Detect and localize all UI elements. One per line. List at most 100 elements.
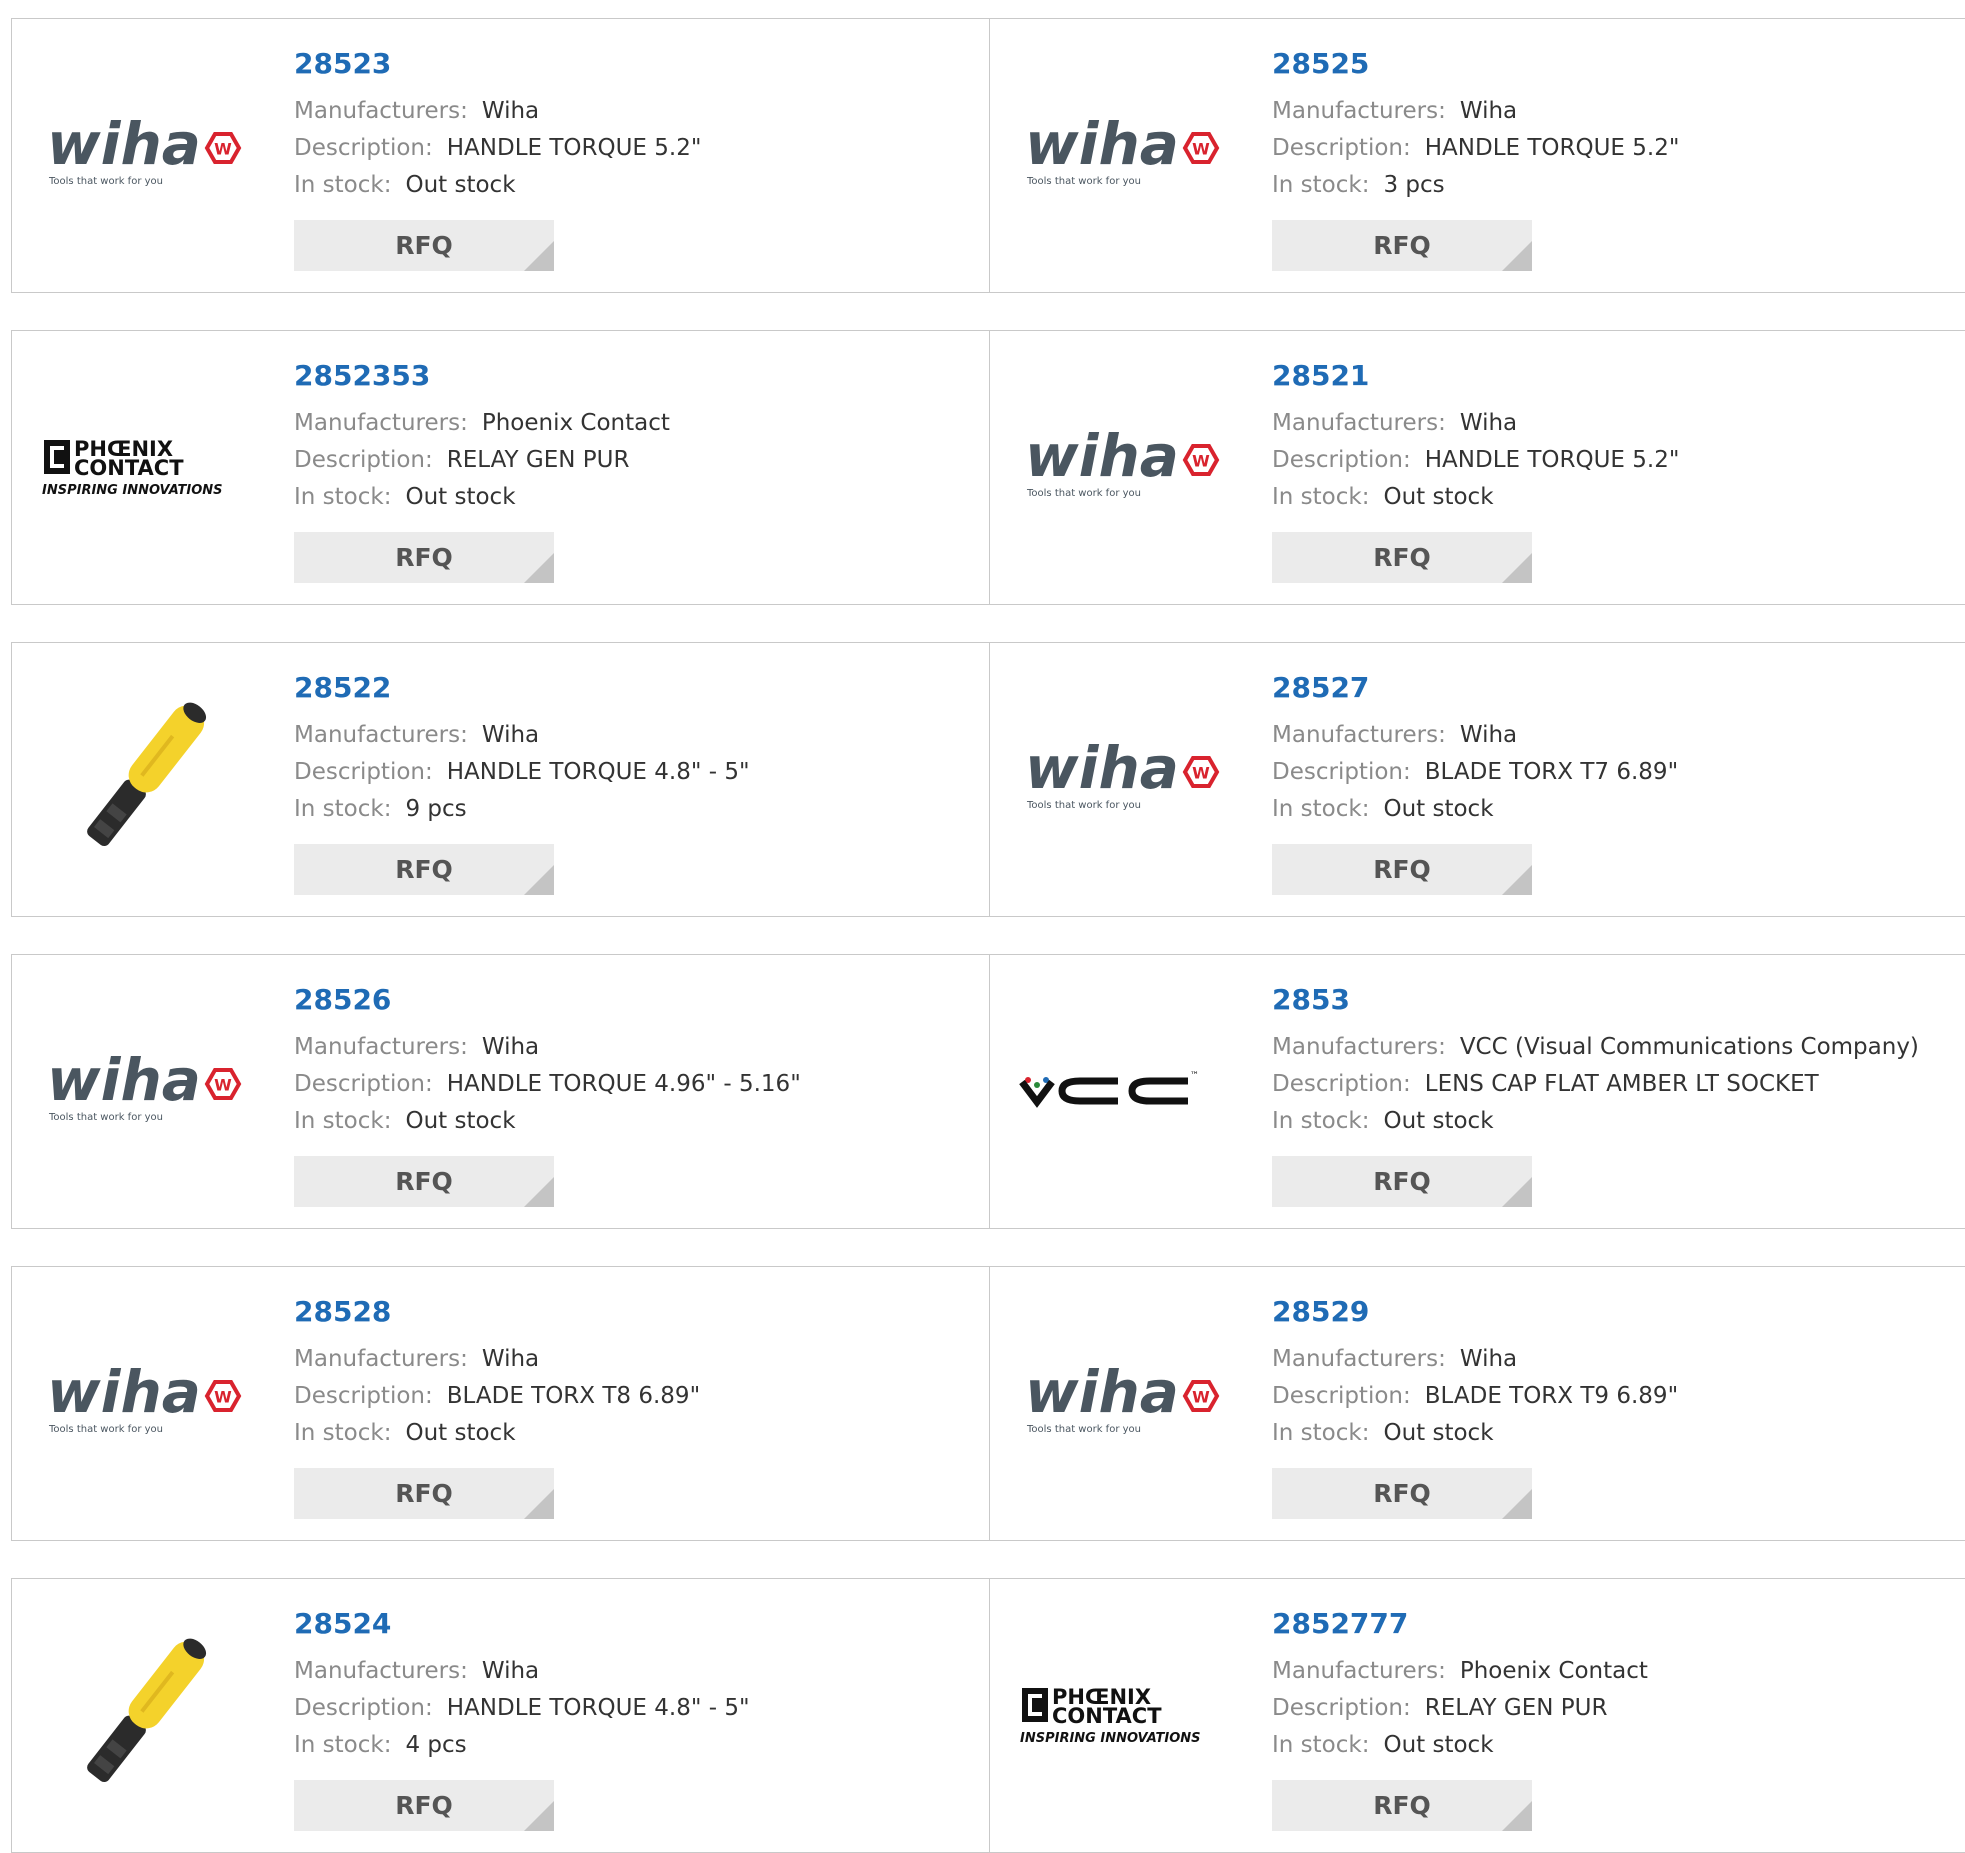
product-image[interactable] [40,1624,250,1804]
manufacturer-label: Manufacturers: [294,410,468,436]
svg-text:W: W [214,1076,232,1095]
product-image[interactable]: VCC ™ [1018,1000,1228,1180]
wiha-badge-icon: W [204,1068,242,1100]
description-row: Description: HANDLE TORQUE 5.2" [294,130,701,167]
wiha-logo: wiha W Tools that work for you [47,1358,242,1435]
svg-text:™: ™ [1190,1071,1199,1081]
stock-row: In stock: Out stock [1272,479,1679,516]
product-card: PHŒNIX CONTACT INSPIRING INNOVATIONS 285… [11,330,990,605]
part-number-link[interactable]: 2852777 [1272,1607,1648,1653]
description-row: Description: HANDLE TORQUE 4.96" - 5.16" [294,1066,801,1103]
svg-text:CONTACT: CONTACT [1052,1704,1162,1728]
description-value: RELAY GEN PUR [1424,1695,1608,1721]
product-grid: wiha W Tools that work for you 28523 Man… [11,18,1965,1853]
description-value: BLADE TORX T9 6.89" [1424,1383,1679,1409]
rfq-button[interactable]: RFQ [1272,1468,1532,1519]
manufacturer-row: Manufacturers: Wiha [1272,405,1679,442]
svg-text:W: W [1192,1388,1210,1407]
rfq-button[interactable]: RFQ [1272,220,1532,271]
wiha-logo: wiha W Tools that work for you [47,110,242,187]
description-label: Description: [294,759,433,785]
product-card: wiha W Tools that work for you 28521 Man… [990,330,1965,605]
stock-label: In stock: [294,1108,392,1134]
part-number-link[interactable]: 2853 [1272,983,1919,1029]
rfq-button[interactable]: RFQ [1272,1156,1532,1207]
manufacturer-value: Wiha [481,98,540,124]
description-row: Description: BLADE TORX T7 6.89" [1272,754,1678,791]
rfq-corner-decoration [524,1177,554,1207]
phoenix-contact-logo: PHŒNIX CONTACT INSPIRING INNOVATIONS [42,437,223,498]
product-image[interactable]: PHŒNIX CONTACT INSPIRING INNOVATIONS [1018,1624,1228,1804]
rfq-button[interactable]: RFQ [1272,1780,1532,1831]
rfq-button[interactable]: RFQ [294,1156,554,1207]
rfq-button[interactable]: RFQ [294,532,554,583]
product-image[interactable]: wiha W Tools that work for you [1018,64,1228,244]
svg-text:wiha: wiha [47,1046,201,1114]
description-value: HANDLE TORQUE 4.8" - 5" [446,1695,750,1721]
part-number-link[interactable]: 28526 [294,983,801,1029]
rfq-corner-decoration [524,241,554,271]
part-number-link[interactable]: 28525 [1272,47,1679,93]
part-number-link[interactable]: 28524 [294,1607,750,1653]
rfq-button[interactable]: RFQ [294,1780,554,1831]
part-number-link[interactable]: 28522 [294,671,750,717]
svg-text:wiha: wiha [1025,422,1179,490]
part-number-link[interactable]: 28527 [1272,671,1678,717]
description-label: Description: [1272,135,1411,161]
product-info: 2852777 Manufacturers: Phoenix Contact De… [1272,1607,1648,1764]
product-info: 28527 Manufacturers: Wiha Description: BLA… [1272,671,1678,828]
product-image[interactable]: wiha W Tools that work for you [1018,688,1228,868]
stock-label: In stock: [294,172,392,198]
product-image[interactable]: wiha W Tools that work for you [40,1312,250,1492]
rfq-label: RFQ [1373,1479,1431,1508]
rfq-button[interactable]: RFQ [294,1468,554,1519]
product-image[interactable]: wiha W Tools that work for you [1018,1312,1228,1492]
svg-text:Tools that work for you: Tools that work for you [1026,800,1141,811]
manufacturer-value: VCC (Visual Communications Company) [1459,1034,1919,1060]
svg-text:W: W [1192,764,1210,783]
description-row: Description: HANDLE TORQUE 4.8" - 5" [294,1690,750,1727]
svg-text:INSPIRING INNOVATIONS: INSPIRING INNOVATIONS [42,483,223,498]
rfq-label: RFQ [395,1167,453,1196]
rfq-button[interactable]: RFQ [1272,532,1532,583]
description-label: Description: [1272,1383,1411,1409]
product-image[interactable]: wiha W Tools that work for you [1018,376,1228,556]
product-info: 28526 Manufacturers: Wiha Description: HAN… [294,983,801,1140]
svg-text:wiha: wiha [1025,110,1179,178]
product-card: 28522 Manufacturers: Wiha Description: HAN… [11,642,990,917]
stock-value: Out stock [405,172,516,198]
manufacturer-label: Manufacturers: [1272,98,1446,124]
description-value: BLADE TORX T7 6.89" [1424,759,1679,785]
part-number-link[interactable]: 28521 [1272,359,1679,405]
manufacturer-value: Wiha [1459,410,1518,436]
product-info: 28528 Manufacturers: Wiha Description: BLA… [294,1295,700,1452]
description-label: Description: [294,1695,433,1721]
part-number-link[interactable]: 28529 [1272,1295,1678,1341]
rfq-button[interactable]: RFQ [294,844,554,895]
rfq-label: RFQ [1373,1791,1431,1820]
svg-text:Tools that work for you: Tools that work for you [48,176,163,187]
torque-handle-photo [87,702,207,847]
wiha-logo: wiha W Tools that work for you [1025,110,1220,187]
stock-label: In stock: [294,1732,392,1758]
part-number-link[interactable]: 28528 [294,1295,700,1341]
product-info: 28525 Manufacturers: Wiha Description: HAN… [1272,47,1679,204]
stock-value: Out stock [405,1108,516,1134]
rfq-button[interactable]: RFQ [294,220,554,271]
product-image[interactable]: wiha W Tools that work for you [40,1000,250,1180]
rfq-button[interactable]: RFQ [1272,844,1532,895]
rfq-label: RFQ [395,543,453,572]
product-image[interactable]: wiha W Tools that work for you [40,64,250,244]
description-label: Description: [1272,1695,1411,1721]
product-info: 28523 Manufacturers: Wiha Description: HAN… [294,47,701,204]
part-number-link[interactable]: 2852353 [294,359,670,405]
stock-row: In stock: Out stock [1272,1415,1678,1452]
description-row: Description: HANDLE TORQUE 5.2" [1272,130,1679,167]
product-image[interactable]: PHŒNIX CONTACT INSPIRING INNOVATIONS [40,376,250,556]
manufacturer-value: Phoenix Contact [481,410,670,436]
svg-text:W: W [214,1388,232,1407]
part-number-link[interactable]: 28523 [294,47,701,93]
product-image[interactable] [40,688,250,868]
stock-value: Out stock [1383,796,1494,822]
product-info: 28524 Manufacturers: Wiha Description: HAN… [294,1607,750,1764]
